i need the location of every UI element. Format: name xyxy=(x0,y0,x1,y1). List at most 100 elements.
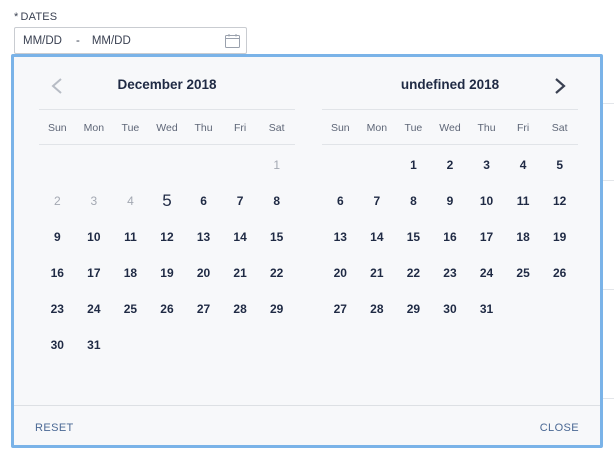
day-cell[interactable]: 12 xyxy=(149,230,186,244)
day-cell[interactable]: 26 xyxy=(541,266,578,280)
footer-divider xyxy=(14,405,600,406)
background-divider xyxy=(603,180,614,181)
reset-button[interactable]: RESET xyxy=(35,422,74,434)
day-cell[interactable]: 15 xyxy=(395,230,432,244)
week-row: 12345 xyxy=(322,147,578,183)
day-cell[interactable]: 21 xyxy=(222,266,259,280)
week-row: 13 14 15 16 17 18 19 xyxy=(322,219,578,255)
day-cell[interactable]: 11 xyxy=(112,230,149,244)
day-cell[interactable]: 24 xyxy=(468,266,505,280)
day-cell[interactable]: 27 xyxy=(322,302,359,316)
left-month-title: December 2018 xyxy=(117,77,217,92)
week-row: 6 7 8 9 10 11 12 xyxy=(322,183,578,219)
background-divider xyxy=(603,398,614,399)
day-cell[interactable]: 27 xyxy=(185,302,222,316)
right-weekday-header: Sun Mon Tue Wed Thu Fri Sat xyxy=(322,122,578,134)
date-range-input[interactable]: MM/DD - MM/DD xyxy=(14,27,247,54)
close-button[interactable]: CLOSE xyxy=(540,422,579,434)
day-cell[interactable]: 30 xyxy=(432,302,469,316)
week-row: 23 24 25 26 27 28 29 xyxy=(39,291,295,327)
day-cell[interactable]: 2 xyxy=(39,194,76,208)
weekday-label: Sat xyxy=(268,122,285,134)
day-cell[interactable]: 14 xyxy=(359,230,396,244)
day-cell[interactable]: 26 xyxy=(149,302,186,316)
day-cell[interactable]: 25 xyxy=(505,266,542,280)
weekday-label: Fri xyxy=(233,122,247,134)
date-picker-popup: December 2018 Sun Mon Tue Wed Thu Fri Sat 1234… xyxy=(11,54,603,448)
start-date-input[interactable]: MM/DD xyxy=(23,35,62,47)
week-row: 27 28 29 30 31 xyxy=(322,291,578,327)
day-cell[interactable]: 9 xyxy=(432,194,469,208)
week-row: 20 21 22 23 24 25 26 xyxy=(322,255,578,291)
day-cell[interactable]: 29 xyxy=(258,302,295,316)
day-cell[interactable]: 5 xyxy=(541,158,578,172)
day-cell[interactable]: 13 xyxy=(185,230,222,244)
day-cell[interactable]: 18 xyxy=(112,266,149,280)
right-month-divider xyxy=(322,109,578,110)
day-cell[interactable]: 2 xyxy=(432,158,469,172)
day-cell[interactable]: 17 xyxy=(76,266,113,280)
weekday-label: Wed xyxy=(439,122,461,134)
day-cell[interactable]: 20 xyxy=(185,266,222,280)
day-cell[interactable]: 10 xyxy=(468,194,505,208)
end-date-input[interactable]: MM/DD xyxy=(92,35,131,47)
weekday-label: Thu xyxy=(194,122,213,134)
day-cell[interactable]: 20 xyxy=(322,266,359,280)
day-cell[interactable]: 4 xyxy=(505,158,542,172)
day-cell[interactable]: 8 xyxy=(258,194,295,208)
day-cell[interactable]: 6 xyxy=(322,194,359,208)
day-cell[interactable]: 24 xyxy=(76,302,113,316)
left-month-days: 1 2 3 4 5 6 7 8 9 10 11 12 13 14 15 16 17 18 19 20 21 22 23 24 2… xyxy=(39,147,295,363)
day-cell[interactable]: 12 xyxy=(541,194,578,208)
day-cell[interactable]: 1 xyxy=(258,158,295,172)
required-marker: * xyxy=(14,11,19,23)
day-cell[interactable]: 16 xyxy=(432,230,469,244)
day-cell[interactable]: 4 xyxy=(112,194,149,208)
day-cell[interactable]: 10 xyxy=(76,230,113,244)
day-cell[interactable]: 7 xyxy=(359,194,396,208)
day-cell[interactable]: 1 xyxy=(395,158,432,172)
day-cell[interactable]: 14 xyxy=(222,230,259,244)
weekday-label: Tue xyxy=(404,122,423,134)
day-cell[interactable]: 30 xyxy=(39,338,76,352)
day-cell[interactable]: 6 xyxy=(185,194,222,208)
day-cell[interactable]: 3 xyxy=(468,158,505,172)
day-cell[interactable]: 13 xyxy=(322,230,359,244)
day-cell[interactable]: 21 xyxy=(359,266,396,280)
weekday-label: Wed xyxy=(156,122,178,134)
day-cell[interactable]: 22 xyxy=(395,266,432,280)
day-cell[interactable]: 18 xyxy=(505,230,542,244)
day-cell[interactable]: 19 xyxy=(541,230,578,244)
day-cell[interactable]: 22 xyxy=(258,266,295,280)
day-cell[interactable]: 7 xyxy=(222,194,259,208)
day-cell[interactable]: 28 xyxy=(359,302,396,316)
day-cell[interactable]: 17 xyxy=(468,230,505,244)
day-cell[interactable]: 16 xyxy=(39,266,76,280)
right-weekday-divider xyxy=(322,144,578,145)
day-cell[interactable]: 19 xyxy=(149,266,186,280)
day-cell[interactable]: 5 xyxy=(149,191,186,211)
day-cell[interactable]: 9 xyxy=(39,230,76,244)
day-cell[interactable]: 23 xyxy=(39,302,76,316)
weekday-label: Mon xyxy=(83,122,105,134)
day-cell[interactable]: 8 xyxy=(395,194,432,208)
right-month-days: 1 2 3 4 5 6 7 8 9 10 11 12 13 14 15 16 17 18 19 20 21 22 23 24 2… xyxy=(322,147,578,327)
day-cell[interactable]: 3 xyxy=(76,194,113,208)
weekday-label: Thu xyxy=(477,122,496,134)
day-cell[interactable]: 28 xyxy=(222,302,259,316)
day-cell[interactable]: 31 xyxy=(76,338,113,352)
calendar-icon[interactable] xyxy=(224,33,241,49)
week-row: 9 10 11 12 13 14 15 xyxy=(39,219,295,255)
week-row: 1 xyxy=(39,147,295,183)
day-cell[interactable]: 23 xyxy=(432,266,469,280)
left-weekday-header: Sun Mon Tue Wed Thu Fri Sat xyxy=(39,122,295,134)
dates-label-text: DATES xyxy=(20,11,58,23)
day-cell[interactable]: 29 xyxy=(395,302,432,316)
day-cell[interactable]: 31 xyxy=(468,302,505,316)
day-cell[interactable]: 15 xyxy=(258,230,295,244)
left-weekday-divider xyxy=(39,144,295,145)
dates-field-label: * DATES xyxy=(14,11,57,23)
day-cell[interactable]: 25 xyxy=(112,302,149,316)
day-cell[interactable]: 11 xyxy=(505,194,542,208)
weekday-label: Fri xyxy=(516,122,530,134)
